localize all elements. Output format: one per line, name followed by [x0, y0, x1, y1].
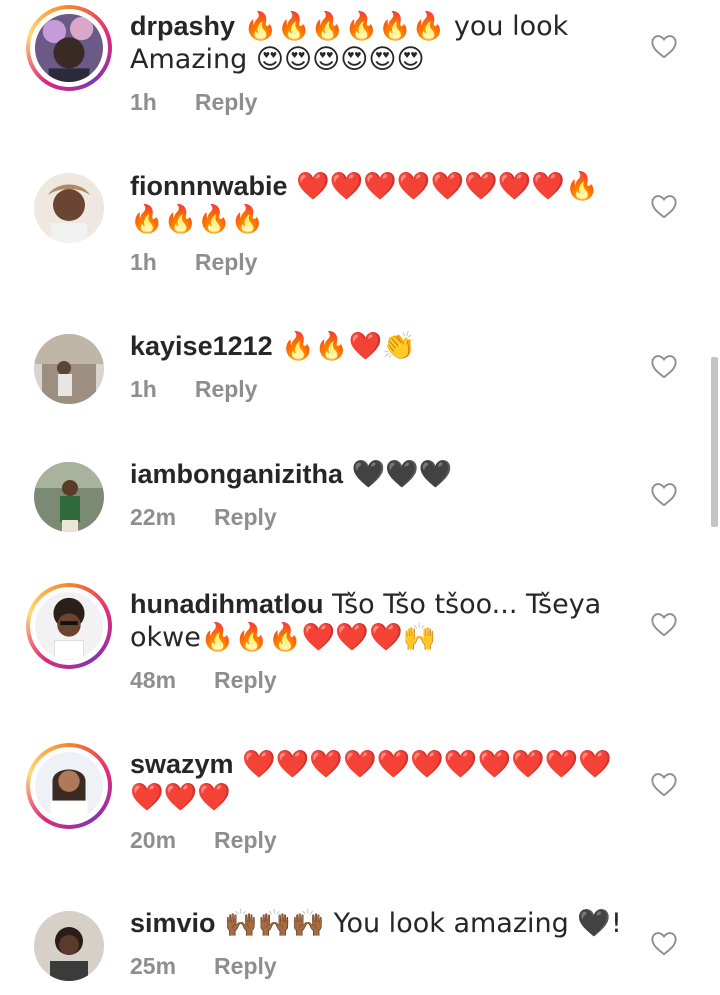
comment-body: 🖤🖤🖤	[343, 459, 453, 490]
comment-meta: 22m Reply	[130, 504, 277, 531]
comment-text: swazym ❤️❤️❤️❤️❤️❤️❤️❤️❤️❤️❤️❤️❤️❤️	[130, 748, 630, 814]
heart-outline-icon[interactable]	[650, 33, 678, 59]
comment-text: hunadihmatlou Tšo Tšo tšoo... Tšeya okwe…	[130, 588, 630, 654]
comment-meta: 1h Reply	[130, 249, 257, 276]
comment-time: 1h	[130, 89, 157, 115]
comment-username[interactable]: swazym	[130, 749, 234, 779]
heart-outline-icon[interactable]	[650, 481, 678, 507]
story-ring	[26, 743, 112, 829]
heart-outline-icon[interactable]	[650, 611, 678, 637]
heart-outline-icon[interactable]	[650, 771, 678, 797]
comment-time: 22m	[130, 504, 177, 530]
comment-time: 25m	[130, 953, 177, 979]
heart-outline-icon[interactable]	[650, 353, 678, 379]
comment-meta: 1h Reply	[130, 376, 257, 403]
reply-button[interactable]: Reply	[195, 249, 258, 275]
comment-username[interactable]: simvio	[130, 908, 216, 938]
comment-time: 1h	[130, 249, 157, 275]
comment-username[interactable]: drpashy	[130, 11, 235, 41]
comment-time: 48m	[130, 667, 177, 693]
comment-time: 1h	[130, 376, 157, 402]
heart-outline-icon[interactable]	[650, 193, 678, 219]
reply-button[interactable]: Reply	[195, 89, 258, 115]
avatar[interactable]	[26, 454, 112, 540]
scrollbar[interactable]	[711, 357, 718, 527]
reply-button[interactable]: Reply	[195, 376, 258, 402]
avatar[interactable]	[26, 583, 112, 669]
comment-username[interactable]: iambonganizitha	[130, 459, 343, 489]
comment-username[interactable]: hunadihmatlou	[130, 589, 323, 619]
avatar[interactable]	[26, 743, 112, 829]
comment-body: 🔥🔥❤️👏	[272, 331, 416, 362]
comment-meta: 25m Reply	[130, 953, 277, 980]
reply-button[interactable]: Reply	[214, 953, 277, 979]
heart-outline-icon[interactable]	[650, 930, 678, 956]
comment-username[interactable]: fionnnwabie	[130, 171, 288, 201]
comment-meta: 48m Reply	[130, 667, 277, 694]
avatar[interactable]	[26, 326, 112, 412]
comment-meta: 20m Reply	[130, 827, 277, 854]
comment-username[interactable]: kayise1212	[130, 331, 273, 361]
reply-button[interactable]: Reply	[214, 827, 277, 853]
story-ring	[26, 583, 112, 669]
avatar[interactable]	[26, 165, 112, 251]
avatar[interactable]	[26, 5, 112, 91]
comment-body: 🙌🏾🙌🏾🙌🏾 You look amazing 🖤!	[215, 908, 622, 939]
comment-text: fionnnwabie ❤️❤️❤️❤️❤️❤️❤️❤️🔥🔥🔥🔥🔥	[130, 170, 630, 236]
avatar[interactable]	[26, 903, 112, 989]
comment-text: simvio 🙌🏾🙌🏾🙌🏾 You look amazing 🖤!	[130, 907, 630, 940]
comment-meta: 1h Reply	[130, 89, 257, 116]
comment-time: 20m	[130, 827, 177, 853]
comment-text: drpashy 🔥🔥🔥🔥🔥🔥 you look Amazing 😍😍😍😍😍😍	[130, 10, 630, 76]
reply-button[interactable]: Reply	[214, 667, 277, 693]
comment-text: kayise1212 🔥🔥❤️👏	[130, 330, 630, 363]
comment-text: iambonganizitha 🖤🖤🖤	[130, 458, 630, 491]
story-ring	[26, 5, 112, 91]
reply-button[interactable]: Reply	[214, 504, 277, 530]
